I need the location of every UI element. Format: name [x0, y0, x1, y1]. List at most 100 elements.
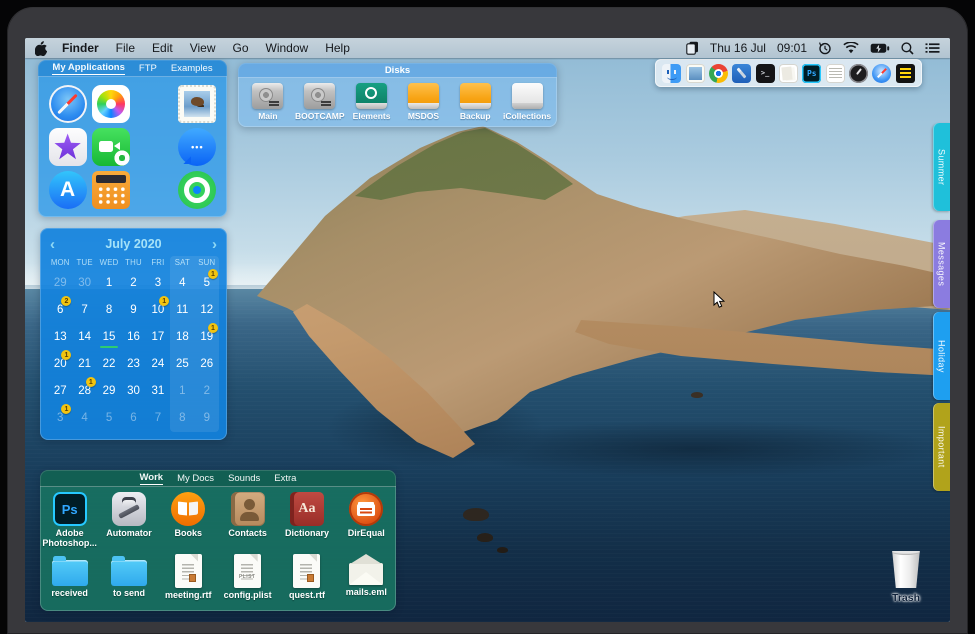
terminal-dock-icon[interactable]: >_: [756, 64, 775, 83]
calendar-day[interactable]: 1: [97, 269, 121, 296]
calendar-day[interactable]: 29: [48, 269, 72, 296]
calendar-day[interactable]: 25: [170, 350, 194, 377]
menu-date[interactable]: Thu 16 Jul: [710, 41, 766, 55]
calendar-day[interactable]: 7: [72, 296, 96, 323]
calendar-prev-button[interactable]: ‹: [48, 237, 57, 252]
disk-main[interactable]: Main: [242, 83, 294, 121]
calendar-day[interactable]: 24: [146, 350, 170, 377]
calendar-day[interactable]: 29: [97, 377, 121, 404]
time-machine-icon[interactable]: [818, 41, 832, 55]
calendar-day[interactable]: 4: [72, 404, 96, 431]
side-tab-important[interactable]: Important: [933, 403, 950, 491]
calendar-day[interactable]: 191: [195, 323, 219, 350]
calendar-day[interactable]: 7: [146, 404, 170, 431]
calendar-next-button[interactable]: ›: [210, 237, 219, 252]
calendar-day[interactable]: 8: [170, 404, 194, 431]
app-store-icon[interactable]: A: [49, 171, 87, 209]
mails-eml-item[interactable]: mails.eml: [337, 554, 395, 597]
files-tab-work[interactable]: Work: [140, 472, 164, 485]
menu-file[interactable]: File: [116, 41, 135, 55]
calendar-day[interactable]: 27: [48, 377, 72, 404]
calendar-day[interactable]: 16: [121, 323, 145, 350]
messages-icon[interactable]: •••: [178, 128, 216, 166]
calendar-day[interactable]: 11: [170, 296, 194, 323]
calendar-day[interactable]: 3: [146, 269, 170, 296]
calendar-day[interactable]: 62: [48, 296, 72, 323]
battery-icon[interactable]: [870, 43, 890, 54]
menu-time[interactable]: 09:01: [777, 41, 807, 55]
calendar-day[interactable]: 13: [48, 323, 72, 350]
files-tab-extra[interactable]: Extra: [274, 473, 296, 485]
calendar-day[interactable]: 9: [121, 296, 145, 323]
adobe-photoshop-item[interactable]: PsAdobe Photoshop...: [41, 492, 99, 549]
calendar-day[interactable]: 2: [121, 269, 145, 296]
calendar-day[interactable]: 8: [97, 296, 121, 323]
calendar-day[interactable]: 14: [72, 323, 96, 350]
calendar-day[interactable]: 2: [195, 377, 219, 404]
disk-bootcamp[interactable]: BOOTCAMP: [294, 83, 346, 121]
automator-item[interactable]: Automator: [100, 492, 158, 538]
xcode-dock-icon[interactable]: [732, 64, 751, 83]
calendar-day[interactable]: 30: [121, 377, 145, 404]
received-item[interactable]: received: [41, 554, 99, 598]
calendar-day[interactable]: 17: [146, 323, 170, 350]
notification-list-icon[interactable]: [925, 42, 940, 54]
gauge-dock-icon[interactable]: [849, 64, 868, 83]
calendar-day[interactable]: 30: [72, 269, 96, 296]
safari-dock-icon[interactable]: [872, 64, 891, 83]
calendar-day[interactable]: 21: [72, 350, 96, 377]
textedit-dock-icon[interactable]: [826, 64, 845, 83]
menu-finder[interactable]: Finder: [62, 41, 99, 55]
files-tab-sounds[interactable]: Sounds: [228, 473, 260, 485]
side-tab-summer[interactable]: Summer: [933, 123, 950, 211]
calendar-day[interactable]: 4: [170, 269, 194, 296]
calendar-day[interactable]: 26: [195, 350, 219, 377]
mail-dock-icon[interactable]: [686, 64, 705, 83]
calendar-day[interactable]: 6: [121, 404, 145, 431]
config-plist-item[interactable]: PLISTconfig.plist: [219, 554, 277, 600]
trash[interactable]: Trash: [871, 550, 941, 604]
wifi-icon[interactable]: [843, 42, 859, 54]
calendar-day[interactable]: 101: [146, 296, 170, 323]
calendar-day[interactable]: 31: [48, 404, 72, 431]
warning-dock-icon[interactable]: [896, 64, 915, 83]
calendar-day[interactable]: 31: [146, 377, 170, 404]
calendar-day[interactable]: 22: [97, 350, 121, 377]
finder-dock-icon[interactable]: [662, 64, 681, 83]
menu-help[interactable]: Help: [325, 41, 350, 55]
preview-dock-icon[interactable]: [779, 64, 798, 83]
calendar-day[interactable]: 201: [48, 350, 72, 377]
disk-backup[interactable]: Backup: [449, 83, 501, 121]
calendar-day[interactable]: 5: [97, 404, 121, 431]
books-item[interactable]: Books: [159, 492, 217, 538]
files-tab-my-docs[interactable]: My Docs: [177, 473, 214, 485]
spotlight-icon[interactable]: [901, 42, 914, 55]
chrome-dock-icon[interactable]: [709, 64, 728, 83]
dictionary-item[interactable]: AaDictionary: [278, 492, 336, 538]
meeting-rtf-item[interactable]: meeting.rtf: [159, 554, 217, 600]
apps-tab-examples[interactable]: Examples: [171, 63, 213, 75]
calendar-day[interactable]: 51: [195, 269, 219, 296]
disk-elements[interactable]: Elements: [346, 83, 398, 121]
apps-tab-my-applications[interactable]: My Applications: [52, 62, 125, 75]
menu-go[interactable]: Go: [233, 41, 249, 55]
calendar-day[interactable]: 18: [170, 323, 194, 350]
side-tab-holiday[interactable]: Holiday: [933, 312, 950, 400]
photos-icon[interactable]: [92, 85, 130, 123]
direqual-item[interactable]: DirEqual: [337, 492, 395, 538]
to-send-item[interactable]: to send: [100, 554, 158, 598]
apple-menu[interactable]: [35, 41, 48, 56]
apps-tab-ftp[interactable]: FTP: [139, 63, 157, 75]
facetime-icon[interactable]: [92, 128, 130, 166]
mail-icon[interactable]: [178, 85, 216, 123]
safari-icon[interactable]: [49, 85, 87, 123]
menu-window[interactable]: Window: [266, 41, 309, 55]
menu-view[interactable]: View: [190, 41, 216, 55]
calendar-day[interactable]: 23: [121, 350, 145, 377]
imovie-icon[interactable]: [49, 128, 87, 166]
contacts-item[interactable]: Contacts: [219, 492, 277, 538]
calendar-day[interactable]: 1: [170, 377, 194, 404]
photoshop-dock-icon[interactable]: Ps: [802, 64, 821, 83]
calendar-day[interactable]: 281: [72, 377, 96, 404]
disk-msdos[interactable]: MSDOS: [397, 83, 449, 121]
